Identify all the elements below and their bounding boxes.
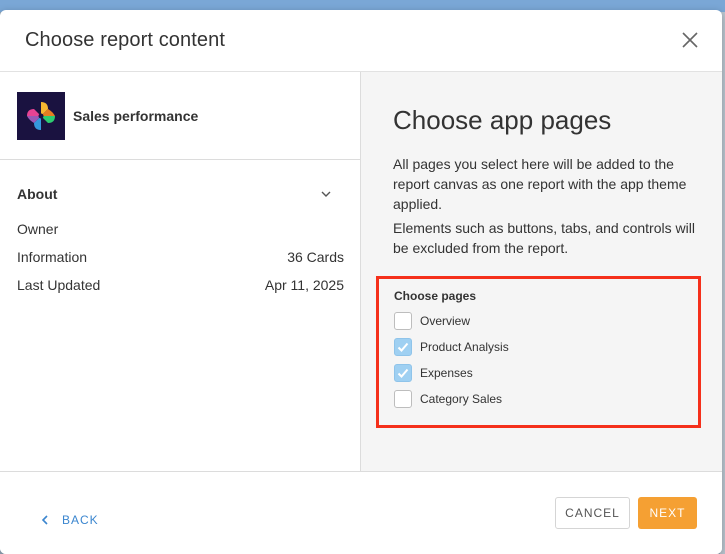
info-label: Owner [17, 221, 59, 237]
info-row-last-updated: Last Updated Apr 11, 2025 [17, 277, 344, 295]
info-label: Last Updated [17, 277, 101, 293]
pinwheel-logo-icon [17, 92, 65, 140]
close-button[interactable] [680, 30, 700, 50]
next-button[interactable]: NEXT [638, 497, 697, 529]
checkbox[interactable] [394, 364, 412, 382]
checkmark-icon [397, 368, 409, 378]
cancel-button[interactable]: CANCEL [555, 497, 630, 529]
app-row: Sales performance [0, 72, 360, 160]
checkmark-icon [397, 342, 409, 352]
info-value: 36 Cards [287, 249, 344, 265]
page-label: Category Sales [420, 392, 503, 406]
panel-title: Choose app pages [393, 105, 612, 135]
page-label: Overview [420, 314, 471, 328]
dialog-footer: BACK CANCEL NEXT [0, 471, 722, 554]
close-icon [682, 32, 698, 48]
checkbox[interactable] [394, 390, 412, 408]
info-row-owner: Owner [17, 221, 344, 239]
pages-selection-box: Choose pages Overview Product Analysis E… [376, 276, 701, 428]
app-info-panel: Sales performance About Owner Informatio… [0, 72, 361, 471]
panel-note: Elements such as buttons, tabs, and cont… [393, 220, 695, 256]
choose-pages-panel: Choose app pages All pages you select he… [361, 72, 722, 471]
page-label: Product Analysis [420, 340, 509, 354]
page-item-expenses[interactable]: Expenses [394, 363, 644, 383]
checkbox[interactable] [394, 312, 412, 330]
app-name: Sales performance [73, 108, 199, 124]
page-item-product-analysis[interactable]: Product Analysis [394, 337, 644, 357]
back-label: BACK [62, 513, 99, 527]
dialog-header: Choose report content [0, 10, 722, 72]
chevron-down-icon [321, 191, 331, 197]
app-logo [17, 92, 65, 140]
panel-description: All pages you select here will be added … [393, 156, 687, 212]
page-item-category-sales[interactable]: Category Sales [394, 389, 644, 409]
choose-pages-label: Choose pages [394, 289, 477, 303]
about-header[interactable]: About [17, 186, 57, 202]
choose-report-content-dialog: Choose report content Sales performance … [0, 10, 722, 554]
page-item-overview[interactable]: Overview [394, 311, 644, 331]
chevron-left-icon [40, 514, 50, 526]
dialog-title: Choose report content [25, 29, 226, 51]
info-row-information: Information 36 Cards [17, 249, 344, 267]
info-value: Apr 11, 2025 [264, 277, 344, 293]
info-label: Information [17, 249, 88, 265]
checkbox[interactable] [394, 338, 412, 356]
page-label: Expenses [420, 366, 473, 380]
about-toggle[interactable] [320, 188, 332, 200]
